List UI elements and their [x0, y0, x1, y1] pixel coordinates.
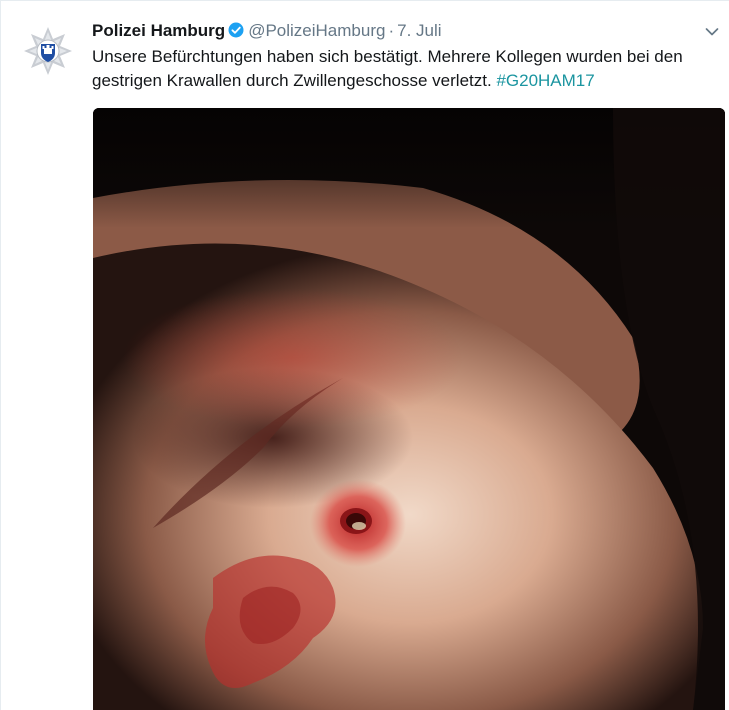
timeline-divider: [0, 1, 1, 710]
chevron-down-icon: [705, 28, 719, 36]
tweet-menu-button[interactable]: [703, 23, 721, 41]
verified-badge-icon: [228, 22, 244, 38]
author-name[interactable]: Polizei Hamburg: [92, 21, 225, 40]
tweet-card[interactable]: Polizei Hamburg @PolizeiHamburg · 7. Juli U…: [0, 0, 729, 710]
wound-photo: [93, 108, 725, 710]
avatar[interactable]: [20, 23, 76, 79]
tweet-date[interactable]: 7. Juli: [397, 21, 441, 40]
tweet-header: Polizei Hamburg @PolizeiHamburg · 7. Juli: [92, 20, 689, 44]
police-star-badge-icon: [20, 23, 76, 79]
author-handle[interactable]: @PolizeiHamburg: [248, 21, 385, 40]
hashtag-link[interactable]: #G20HAM17: [496, 71, 594, 90]
tweet-photo[interactable]: [93, 108, 725, 710]
tweet-text: Unsere Befürchtungen haben sich bestätig…: [92, 45, 717, 93]
separator-dot: ·: [388, 21, 395, 40]
